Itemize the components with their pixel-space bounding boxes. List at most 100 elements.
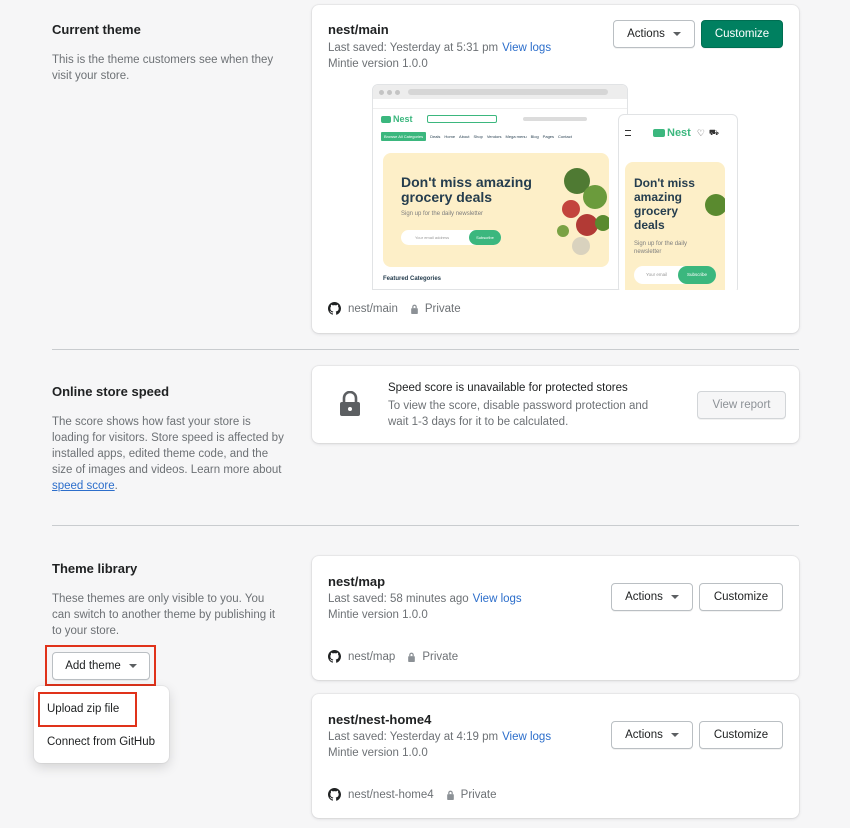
repo-name: nest/main [348,302,398,315]
repo-name: nest/map [348,650,396,663]
repo-name: nest/nest-home4 [348,788,434,801]
connect-github-menu-item[interactable]: Connect from GitHub [47,736,155,748]
mobile-headline: Don't miss amazing grocery deals [634,176,695,232]
preview-logo: Nest [393,114,413,124]
theme-repo-row: nest/map Private [328,650,458,663]
preview-email-box: Your email address Subscribe [401,230,501,245]
preview-header-icons [522,117,587,121]
actions-button[interactable]: Actions [613,20,695,48]
section-divider [52,349,799,350]
preview-email-placeholder: Your email address [415,235,450,240]
preview-nav-item: About [459,133,470,139]
preview-header: Nest [373,109,627,129]
top-strip [373,99,627,109]
lock-icon [446,790,454,800]
caret-down-icon [672,32,681,36]
theme-repo-row: nest/main Private [328,302,461,315]
github-icon [328,302,341,315]
preview-nav-item: Contact [558,133,572,139]
headline-line: Don't miss [634,176,695,190]
headline-line: grocery [634,204,679,218]
view-logs-link[interactable]: View logs [473,593,522,605]
preview-nav-item: Vendors [486,133,502,139]
cart-icon: ⛟ [708,128,719,137]
github-icon [328,788,341,801]
theme-repo-row: nest/nest-home4 Private [328,788,496,801]
current-theme-card: nest/main Last saved: Yesterday at 5:31 … [312,5,799,333]
mobile-subscribe-button: Subscribe [678,266,716,284]
speed-title: Online store speed [52,384,170,399]
nest-logo-icon [381,115,391,123]
address-bar [408,89,608,95]
theme-version: Mintie version 1.0.0 [328,609,428,621]
section-divider [52,525,799,526]
view-logs-link[interactable]: View logs [502,731,551,743]
theme-version: Mintie version 1.0.0 [328,58,428,70]
window-dot-icon [387,89,392,95]
preview-nav-item: Shop [473,133,483,139]
actions-button[interactable]: Actions [611,583,693,611]
mobile-email-placeholder: Your email [646,272,668,277]
theme-last-saved: Last saved: Yesterday at 4:19 pm View log… [328,729,551,745]
view-logs-link[interactable]: View logs [502,42,551,54]
preview-nav-item: Mega menu [505,133,527,139]
visibility-label: Private [460,788,497,801]
theme-last-saved: Last saved: Yesterday at 5:31 pm View log… [328,40,551,56]
add-theme-highlight [45,645,156,686]
vegetables-image [705,194,725,216]
current-theme-title: Current theme [52,22,141,37]
headline-line: grocery deals [401,189,493,205]
customize-button[interactable]: Customize [699,721,783,749]
desktop-preview: Nest Browse All Categories Deals Home Ab… [372,84,628,290]
preview-headline: Don't miss amazing grocery deals [401,175,532,205]
mobile-subtext: Sign up for the daily newsletter [634,241,688,255]
lock-icon [408,652,416,662]
lock-icon [411,304,418,314]
speed-description-period: . [114,480,118,492]
mobile-preview: Nest ♡ ⛟ Don't miss amazing grocery deal… [618,114,738,290]
github-icon [328,650,341,663]
customize-button[interactable]: Customize [699,583,783,611]
speed-card-text: To view the score, disable password prot… [388,400,649,428]
theme-version: Mintie version 1.0.0 [328,747,428,759]
theme-name: nest/main [328,22,389,37]
mobile-logo: Nest [667,127,691,139]
preview-featured: Featured Categories [383,276,442,282]
last-saved-text: Last saved: Yesterday at 5:31 pm [328,42,499,54]
actions-button[interactable]: Actions [611,721,693,749]
last-saved-text: Last saved: Yesterday at 4:19 pm [328,731,499,743]
headline-line: deals [634,218,665,232]
current-theme-description: This is the theme customers see when the… [52,54,274,82]
theme-name: nest/nest-home4 [328,712,432,727]
caret-down-icon [670,733,679,737]
speed-card-title: Speed score is unavailable for protected… [388,382,628,394]
speed-description: The score shows how fast your store is l… [52,414,284,494]
caret-down-icon [670,595,679,599]
library-theme-card: nest/nest-home4 Last saved: Yesterday at… [312,694,799,818]
last-saved-text: Last saved: 58 minutes ago [328,593,469,605]
speed-card: Speed score is unavailable for protected… [312,366,799,443]
preview-nav: Browse All Categories Deals Home About S… [373,129,627,143]
library-title: Theme library [52,561,138,576]
mobile-header: Nest ♡ ⛟ [619,115,737,151]
preview-subtext: Sign up for the daily newsletter [401,211,484,217]
preview-search-box [426,115,497,123]
theme-name: nest/map [328,574,386,589]
library-description: These themes are only visible to you. Yo… [52,593,276,637]
library-theme-card: nest/map Last saved: 58 minutes ago View … [312,556,799,680]
mobile-menu-icon [625,130,631,136]
visibility-label: Private [424,302,461,315]
headline-line: Don't miss amazing [401,174,532,190]
browse-categories-button: Browse All Categories [381,131,427,141]
actions-label: Actions [627,28,665,40]
view-report-button[interactable]: View report [697,391,786,419]
nest-logo-icon [653,129,665,137]
upload-zip-highlight [38,692,137,727]
mobile-email-box: Your email Subscribe [634,266,716,284]
speed-score-link[interactable]: speed score [52,480,115,492]
vegetables-image [557,168,609,255]
customize-button[interactable]: Customize [701,20,783,48]
headline-line: amazing [634,190,683,204]
preview-nav-item: Pages [542,133,555,139]
preview-banner: Don't miss amazing grocery deals Sign up… [383,153,609,267]
